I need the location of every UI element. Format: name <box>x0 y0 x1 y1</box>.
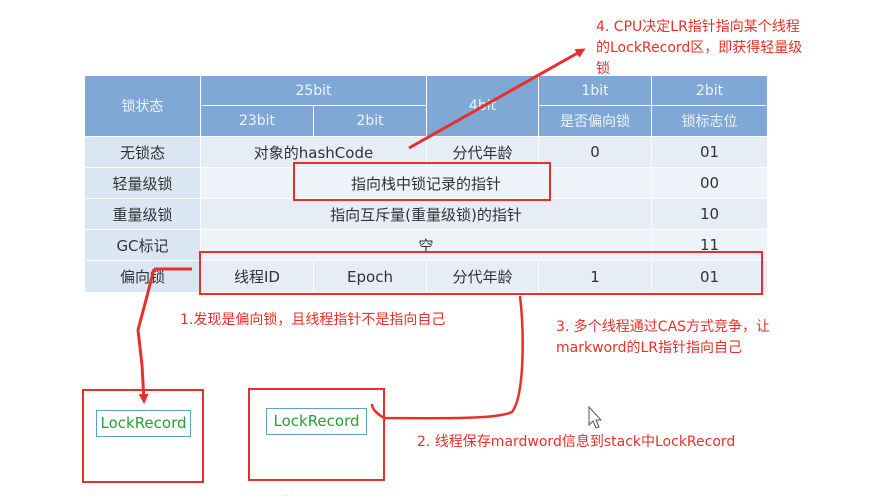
footer-text: … <box>282 486 293 499</box>
mouse-cursor-icon <box>588 405 603 429</box>
